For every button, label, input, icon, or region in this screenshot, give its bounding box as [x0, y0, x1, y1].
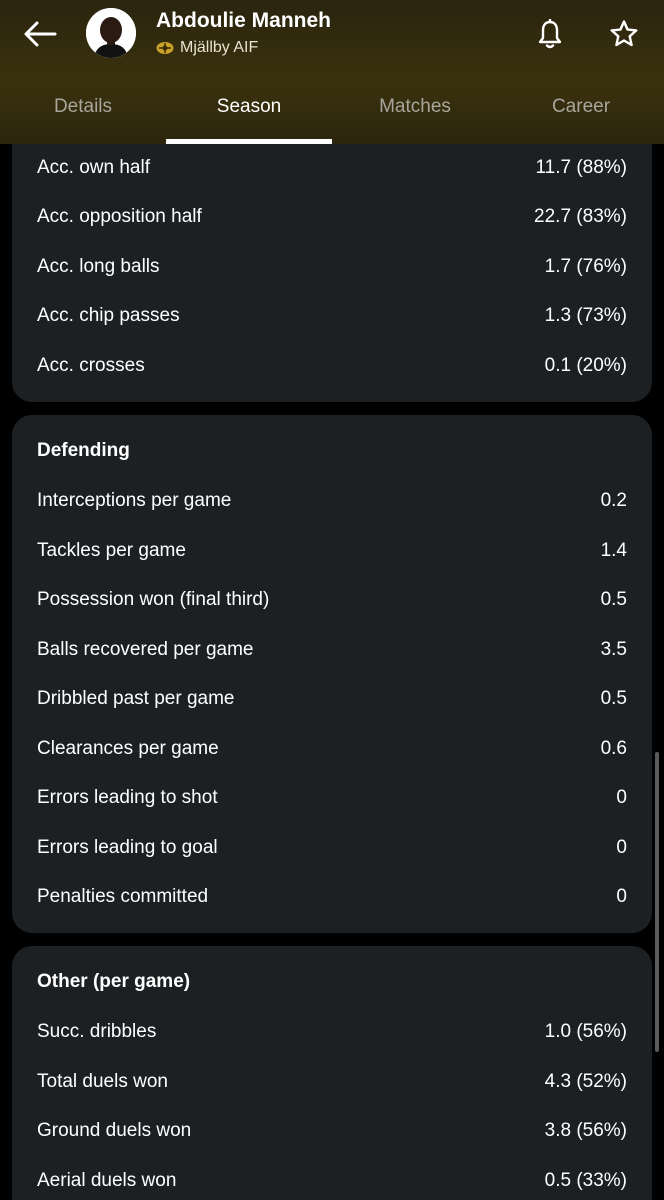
stat-value: 11.7 (88%)	[535, 156, 627, 178]
tab-label: Season	[216, 96, 282, 117]
tab-matches[interactable]: Matches	[332, 82, 498, 144]
stat-label: Acc. own half	[37, 156, 150, 178]
stat-row[interactable]: Possession won (final third) 0.5	[12, 575, 652, 624]
stat-value: 1.3 (73%)	[544, 304, 627, 326]
stat-label: Ground duels won	[37, 1119, 192, 1141]
passing-card: Acc. own half 11.7 (88%) Acc. opposition…	[12, 144, 652, 402]
stat-value: 3.8 (56%)	[544, 1119, 627, 1141]
stat-value: 0.5 (33%)	[544, 1169, 627, 1191]
tab-details[interactable]: Details	[0, 82, 166, 144]
stat-row[interactable]: Acc. opposition half 22.7 (83%)	[12, 192, 652, 241]
app-header: Abdoulie Manneh Mjällby AIF Details Seas…	[0, 0, 664, 144]
stat-row[interactable]: Acc. chip passes 1.3 (73%)	[12, 291, 652, 340]
stat-row[interactable]: Errors leading to shot 0	[12, 773, 652, 822]
section-title: Defending	[37, 440, 130, 461]
stat-value: 0	[616, 885, 627, 907]
stat-value: 0	[616, 786, 627, 808]
stat-value: 0.6	[600, 737, 627, 759]
stat-label: Succ. dribbles	[37, 1020, 157, 1042]
stat-row[interactable]: Dribbled past per game 0.5	[12, 674, 652, 723]
back-button[interactable]	[18, 14, 62, 54]
stat-label: Total duels won	[37, 1070, 168, 1092]
defending-card: Defending Interceptions per game 0.2 Tac…	[12, 415, 652, 933]
stat-value: 1.7 (76%)	[544, 255, 627, 277]
stat-row[interactable]: Acc. own half 11.7 (88%)	[12, 144, 652, 192]
stat-value: 1.0 (56%)	[544, 1020, 627, 1042]
player-name: Abdoulie Manneh	[156, 9, 331, 32]
club-info[interactable]: Mjällby AIF	[156, 38, 258, 58]
tab-career[interactable]: Career	[498, 82, 664, 144]
tab-label: Matches	[379, 96, 451, 117]
stat-label: Acc. long balls	[37, 255, 160, 277]
stat-value: 0.2	[600, 489, 627, 511]
stat-label: Interceptions per game	[37, 489, 232, 511]
tab-label: Details	[53, 96, 113, 117]
stat-label: Balls recovered per game	[37, 638, 254, 660]
stat-label: Acc. chip passes	[37, 304, 180, 326]
season-stats-content[interactable]: Acc. own half 11.7 (88%) Acc. opposition…	[0, 144, 664, 1200]
stat-label: Penalties committed	[37, 885, 209, 907]
stat-row[interactable]: Penalties committed 0	[12, 872, 652, 921]
player-avatar	[86, 8, 136, 58]
stat-label: Clearances per game	[37, 737, 219, 759]
tab-label: Career	[551, 96, 611, 117]
stat-value: 22.7 (83%)	[534, 205, 627, 227]
other-card: Other (per game) Succ. dribbles 1.0 (56%…	[12, 946, 652, 1200]
stat-value: 3.5	[600, 638, 627, 660]
stat-row[interactable]: Interceptions per game 0.2	[12, 476, 652, 525]
stat-label: Dribbled past per game	[37, 687, 235, 709]
stat-row[interactable]: Clearances per game 0.6	[12, 724, 652, 773]
stat-value: 0	[616, 836, 627, 858]
stat-value: 0.5	[600, 687, 627, 709]
section-title: Other (per game)	[37, 971, 191, 992]
stat-row[interactable]: Balls recovered per game 3.5	[12, 625, 652, 674]
tab-bar: Details Season Matches Career	[0, 82, 664, 144]
stat-value: 0.5	[600, 588, 627, 610]
arrow-left-icon	[24, 21, 57, 47]
stat-row[interactable]: Succ. dribbles 1.0 (56%)	[12, 1007, 652, 1056]
stat-label: Possession won (final third)	[37, 588, 270, 610]
stat-row[interactable]: Ground duels won 3.8 (56%)	[12, 1106, 652, 1155]
stat-value: 0.1 (20%)	[544, 354, 627, 376]
stat-label: Errors leading to shot	[37, 786, 218, 808]
star-outline-icon	[610, 20, 638, 47]
club-name: Mjällby AIF	[180, 39, 259, 56]
bell-icon	[538, 19, 562, 49]
stat-label: Tackles per game	[37, 539, 186, 561]
stat-row[interactable]: Acc. long balls 1.7 (76%)	[12, 242, 652, 291]
tab-season[interactable]: Season	[166, 82, 332, 144]
stat-row[interactable]: Aerial duels won 0.5 (33%)	[12, 1156, 652, 1200]
stat-row[interactable]: Acc. crosses 0.1 (20%)	[12, 341, 652, 390]
club-badge-icon	[156, 42, 174, 54]
stat-label: Aerial duels won	[37, 1169, 177, 1191]
stat-row[interactable]: Total duels won 4.3 (52%)	[12, 1057, 652, 1106]
stat-value: 4.3 (52%)	[544, 1070, 627, 1092]
stat-label: Errors leading to goal	[37, 836, 218, 858]
stat-value: 1.4	[600, 539, 627, 561]
follow-button[interactable]	[602, 14, 646, 54]
stat-row[interactable]: Tackles per game 1.4	[12, 526, 652, 575]
stat-label: Acc. crosses	[37, 354, 145, 376]
notifications-button[interactable]	[528, 14, 572, 54]
stat-label: Acc. opposition half	[37, 205, 202, 227]
scrollbar[interactable]	[655, 752, 659, 1052]
stat-row[interactable]: Errors leading to goal 0	[12, 823, 652, 872]
